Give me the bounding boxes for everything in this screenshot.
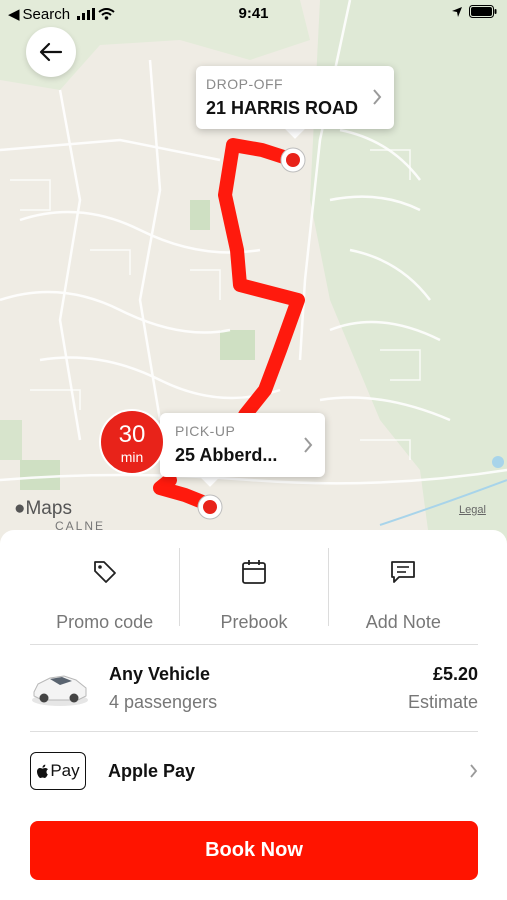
pickup-marker (197, 494, 223, 520)
prebook-label: Prebook (220, 612, 288, 632)
status-bar: ◀ Search 9:41 (0, 0, 507, 28)
book-now-button[interactable]: Book Now (30, 821, 478, 880)
apple-logo-icon: ● (14, 498, 26, 519)
pickup-address: 25 Abberd... (175, 445, 278, 465)
action-row: Promo code Prebook Add Note (30, 548, 478, 632)
payment-method-row[interactable]: Pay Apple Pay (30, 752, 478, 792)
dropoff-label: DROP-OFF (206, 76, 284, 92)
car-icon (32, 675, 88, 706)
fare-estimate-label: Estimate (407, 692, 478, 712)
arrow-left-icon (39, 42, 63, 62)
payment-method-label: Apple Pay (108, 761, 196, 781)
legal-link[interactable]: Legal (459, 504, 486, 516)
battery-icon (469, 5, 497, 18)
apple-logo-icon (37, 764, 49, 778)
promo-code-label: Promo code (56, 612, 154, 632)
dropoff-address: 21 HARRIS ROAD (206, 98, 359, 118)
note-icon (391, 561, 416, 583)
divider (179, 548, 180, 626)
vehicle-capacity: 4 passengers (109, 692, 218, 712)
pickup-callout[interactable]: PICK-UP 25 Abberd... (160, 413, 325, 477)
vehicle-name: Any Vehicle (109, 664, 211, 684)
location-arrow-icon (452, 6, 462, 17)
chevron-right-icon (304, 437, 313, 453)
pickup-label: PICK-UP (175, 423, 236, 439)
add-note-button[interactable]: Add Note (329, 548, 478, 632)
divider (30, 644, 478, 645)
calendar-icon (242, 560, 266, 584)
tag-icon (93, 561, 116, 583)
maps-attribution: ●Maps (14, 498, 72, 519)
map-view[interactable]: ◀ Search 9:41 DROP-OFF 21 HARRIS ROAD PI… (0, 0, 507, 545)
fare-price: £5.20 (432, 664, 478, 684)
prebook-button[interactable]: Prebook (179, 548, 328, 632)
vehicle-row[interactable]: Any Vehicle 4 passengers £5.20 Estimate (30, 662, 478, 714)
dropoff-marker (280, 147, 306, 173)
divider (30, 731, 478, 732)
divider (328, 548, 329, 626)
clock: 9:41 (238, 5, 269, 22)
eta-value: 30 (118, 421, 146, 448)
apple-pay-badge-text: Pay (50, 761, 80, 780)
add-note-label: Add Note (365, 612, 441, 632)
back-button[interactable] (26, 27, 76, 77)
promo-code-button[interactable]: Promo code (30, 548, 179, 632)
chevron-right-icon (470, 764, 478, 778)
booking-sheet: Promo code Prebook Add Note Any Vehicle … (0, 530, 507, 900)
dropoff-callout[interactable]: DROP-OFF 21 HARRIS ROAD (196, 66, 394, 129)
eta-badge: 30 min (99, 409, 165, 475)
apple-pay-badge: Pay (30, 752, 86, 790)
chevron-right-icon (373, 89, 382, 105)
eta-unit: min (120, 449, 144, 465)
